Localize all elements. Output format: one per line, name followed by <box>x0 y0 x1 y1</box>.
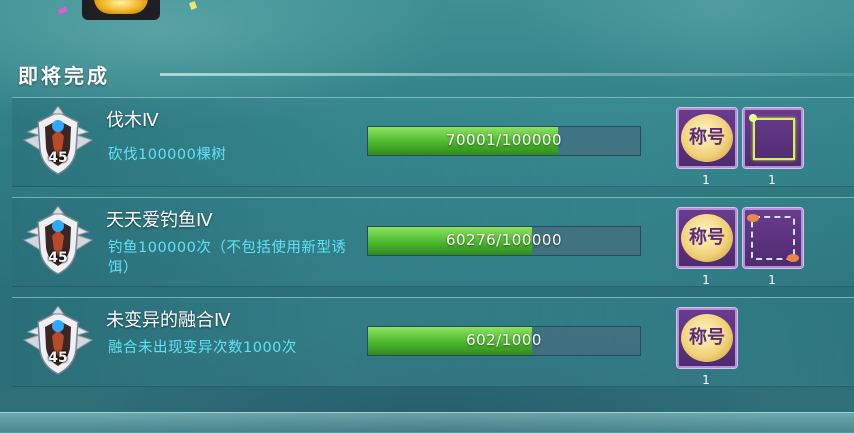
reward-title-medal[interactable]: 称号 <box>676 207 738 269</box>
reward-frame[interactable] <box>742 207 804 269</box>
progress-text: 60276/100000 <box>445 231 563 249</box>
reward-count: 1 <box>702 373 710 387</box>
achievement-list: 45 伐木Ⅳ 砍伐100000棵树 70001/100000 称号 1 1 45… <box>12 97 854 397</box>
achievement-row[interactable]: 45 伐木Ⅳ 砍伐100000棵树 70001/100000 称号 1 1 <box>12 97 854 187</box>
reward-count: 1 <box>702 173 710 187</box>
progress-text: 70001/100000 <box>445 131 563 149</box>
fish-frame-icon <box>747 214 799 262</box>
reward-count: 1 <box>768 273 776 287</box>
reward-label: 称号 <box>689 227 725 248</box>
reward-frame[interactable] <box>742 107 804 169</box>
reward-count: 1 <box>768 173 776 187</box>
reward-label: 称号 <box>689 127 725 148</box>
winged-shield-badge-icon <box>22 206 94 275</box>
badge-level: 45 <box>48 150 68 166</box>
achievement-description: 砍伐100000棵树 <box>108 147 227 163</box>
trophy-icon <box>82 0 160 20</box>
reward-title-medal[interactable]: 称号 <box>676 107 738 169</box>
achievement-row[interactable]: 45 天天爱钓鱼Ⅳ 钓鱼100000次（不包括使用新型诱饵） 60276/100… <box>12 197 854 287</box>
reward-title-medal[interactable]: 称号 <box>676 307 738 369</box>
achievement-title: 天天爱钓鱼Ⅳ <box>106 210 213 231</box>
achievement-title: 伐木Ⅳ <box>106 110 159 131</box>
progress-bar: 70001/100000 <box>367 126 641 156</box>
reward-count: 1 <box>702 273 710 287</box>
winged-shield-badge-icon <box>22 306 94 375</box>
reward-label: 称号 <box>689 327 725 348</box>
badge-level: 45 <box>48 250 68 266</box>
progress-text: 602/1000 <box>466 331 542 349</box>
section-title: 即将完成 <box>18 64 110 88</box>
progress-bar: 602/1000 <box>367 326 641 356</box>
achievement-description: 钓鱼100000次（不包括使用新型诱饵） <box>108 240 347 276</box>
achievement-title: 未变异的融合Ⅳ <box>106 310 231 331</box>
section-divider <box>160 73 854 76</box>
bottom-panel-edge <box>0 412 854 433</box>
winged-shield-badge-icon <box>22 106 94 175</box>
lime-frame-icon <box>749 114 795 160</box>
progress-bar: 60276/100000 <box>367 226 641 256</box>
badge-level: 45 <box>48 350 68 366</box>
achievement-description: 融合未出现变异次数1000次 <box>108 340 297 356</box>
achievement-row[interactable]: 45 未变异的融合Ⅳ 融合未出现变异次数1000次 602/1000 称号 1 <box>12 297 854 387</box>
